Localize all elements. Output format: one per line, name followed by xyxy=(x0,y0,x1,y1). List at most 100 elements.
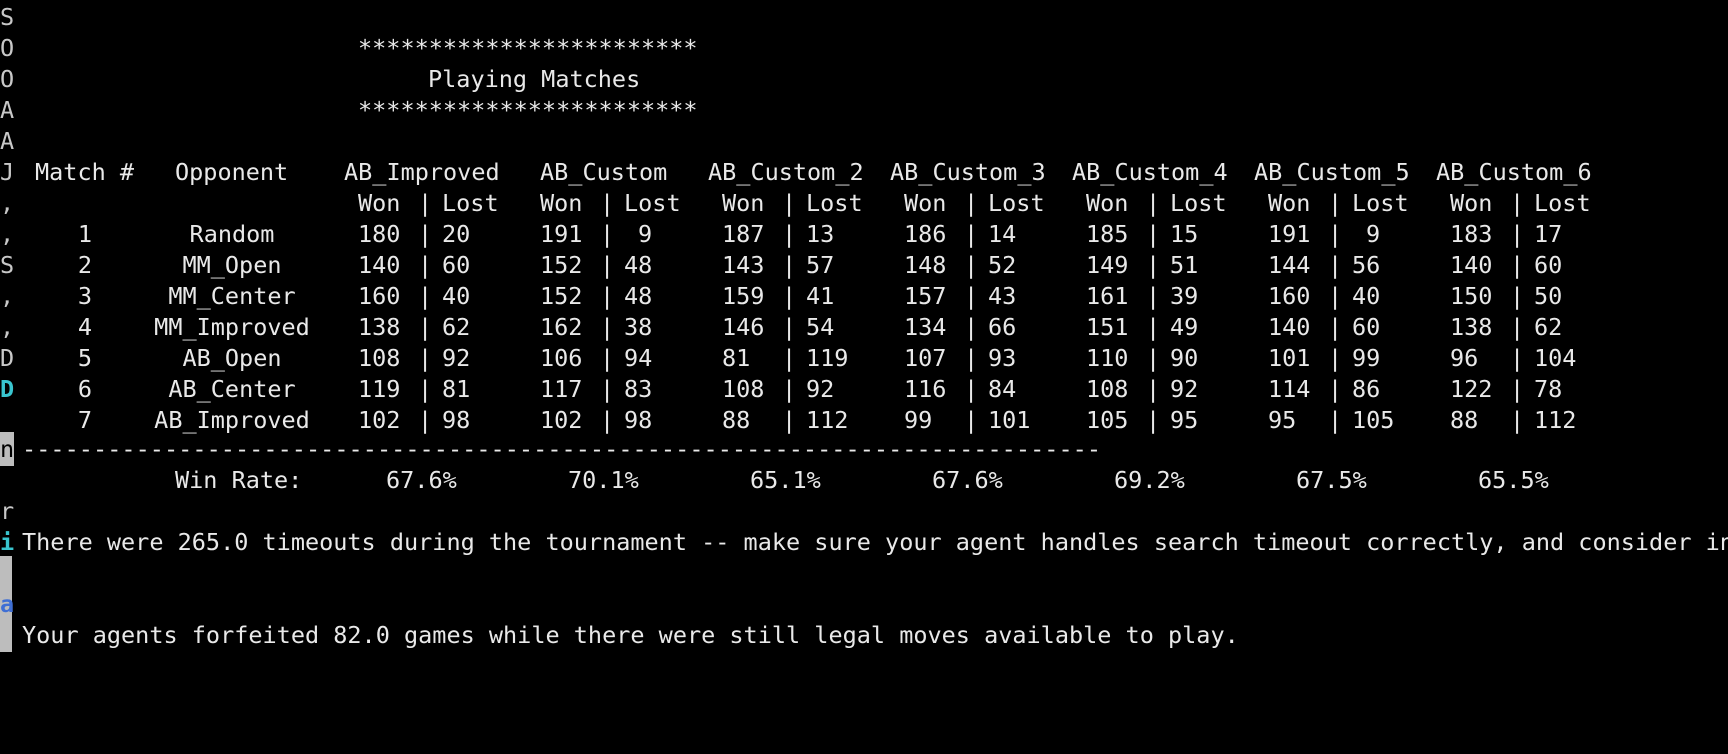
won-count: 140 xyxy=(1268,313,1311,341)
column-divider: | xyxy=(964,282,979,310)
column-divider: | xyxy=(1146,189,1161,217)
lost-count: 15 xyxy=(1170,220,1199,248)
gutter-char: D xyxy=(0,375,15,403)
column-divider: | xyxy=(782,344,797,372)
match-number: 2 xyxy=(77,251,93,279)
won-column-label: Won xyxy=(540,189,583,217)
gutter-char: , xyxy=(0,189,15,217)
column-divider: | xyxy=(418,251,433,279)
won-count: 187 xyxy=(722,220,765,248)
won-count: 140 xyxy=(1450,251,1493,279)
lost-count: 60 xyxy=(1352,313,1381,341)
won-count: 138 xyxy=(358,313,401,341)
terminal-window[interactable]: S O ************************ O Playing M… xyxy=(0,0,1728,722)
column-divider: | xyxy=(782,189,797,217)
timeouts-message-row: i There were 265.0 timeouts during the t… xyxy=(0,525,1728,559)
table-row: S 2 MM_Open 140 | 60 152 | 48 143 | 57 148 | 52 149 | 51 1… xyxy=(0,248,1728,282)
gutter-char: , xyxy=(0,313,15,341)
won-count: 140 xyxy=(358,251,401,279)
column-divider: | xyxy=(1328,375,1343,403)
lost-count: 50 xyxy=(1534,282,1563,310)
lost-count: 84 xyxy=(988,375,1017,403)
won-count: 116 xyxy=(904,375,947,403)
column-divider: | xyxy=(418,375,433,403)
gutter-char: a xyxy=(0,590,15,618)
column-divider: | xyxy=(1510,282,1525,310)
column-divider: | xyxy=(1328,251,1343,279)
column-divider: | xyxy=(1510,251,1525,279)
lost-count: 38 xyxy=(624,313,653,341)
opponent-name: AB_Center xyxy=(168,375,296,403)
win-rate-value: 69.2% xyxy=(1114,466,1185,494)
lost-column-label: Lost xyxy=(1170,189,1227,217)
gutter-char: r xyxy=(0,497,15,525)
column-divider: | xyxy=(600,375,615,403)
lost-count: 83 xyxy=(624,375,653,403)
opponent-name: Random xyxy=(189,220,275,248)
won-count: 161 xyxy=(1086,282,1129,310)
table-row: , 1 Random 180 | 20 191 | 9 187 | 13 186 | 14 185 | 15 191… xyxy=(0,217,1728,251)
column-divider: | xyxy=(782,251,797,279)
column-divider: | xyxy=(1510,220,1525,248)
opponent-name: MM_Open xyxy=(182,251,282,279)
separator-line: ----------------------------------------… xyxy=(22,435,1102,463)
win-rate-value: 67.6% xyxy=(932,466,1003,494)
column-divider: | xyxy=(1510,344,1525,372)
lost-column-label: Lost xyxy=(1534,189,1591,217)
lost-count: 40 xyxy=(442,282,471,310)
gutter-bar xyxy=(0,618,12,652)
won-count: 143 xyxy=(722,251,765,279)
lost-count: 119 xyxy=(806,344,849,372)
lost-count: 104 xyxy=(1534,344,1577,372)
gutter-char: A xyxy=(0,96,15,124)
opponent-name: MM_Center xyxy=(168,282,296,310)
column-divider: | xyxy=(600,251,615,279)
column-divider: | xyxy=(782,220,797,248)
column-divider: | xyxy=(418,220,433,248)
win-rate-row: Win Rate: 67.6% 70.1% 65.1% 67.6% 69.2% 67.5%… xyxy=(0,463,1728,497)
column-divider: | xyxy=(1328,313,1343,341)
column-divider: | xyxy=(964,220,979,248)
lost-column-label: Lost xyxy=(624,189,681,217)
opponent-header: Opponent xyxy=(175,158,289,186)
lost-count: 13 xyxy=(806,220,835,248)
won-count: 108 xyxy=(358,344,401,372)
gutter-char: , xyxy=(0,220,15,248)
won-count: 108 xyxy=(1086,375,1129,403)
lost-count: 41 xyxy=(806,282,835,310)
banner-title: Playing Matches xyxy=(428,65,641,93)
won-count: 119 xyxy=(358,375,401,403)
won-count: 114 xyxy=(1268,375,1311,403)
match-number: 5 xyxy=(77,344,93,372)
gutter-char: S xyxy=(0,251,15,279)
column-divider: | xyxy=(600,344,615,372)
column-divider: | xyxy=(1510,189,1525,217)
match-number: 4 xyxy=(77,313,93,341)
lost-count: 78 xyxy=(1534,375,1563,403)
agent-column-header: AB_Custom xyxy=(540,158,668,186)
lost-count: 48 xyxy=(624,251,653,279)
lost-count: 93 xyxy=(988,344,1017,372)
lost-count: 49 xyxy=(1170,313,1199,341)
won-count: 101 xyxy=(1268,344,1311,372)
gutter-char: O xyxy=(0,65,15,93)
won-count: 122 xyxy=(1450,375,1493,403)
won-count: 180 xyxy=(358,220,401,248)
gutter-char: i xyxy=(0,528,15,556)
won-count: 152 xyxy=(540,282,583,310)
won-count: 160 xyxy=(1268,282,1311,310)
won-count: 134 xyxy=(904,313,947,341)
win-rate-value: 67.6% xyxy=(386,466,457,494)
lost-count: 60 xyxy=(1534,251,1563,279)
column-divider: | xyxy=(964,344,979,372)
lost-count: 99 xyxy=(1352,344,1381,372)
lost-count: 92 xyxy=(806,375,835,403)
win-rate-value: 70.1% xyxy=(568,466,639,494)
lost-count: 20 xyxy=(442,220,471,248)
agent-column-header: AB_Custom_3 xyxy=(890,158,1046,186)
lost-count: 9 xyxy=(638,220,653,248)
lost-count: 86 xyxy=(1352,375,1381,403)
column-divider: | xyxy=(418,189,433,217)
gutter-char: n xyxy=(0,432,14,466)
won-count: 159 xyxy=(722,282,765,310)
